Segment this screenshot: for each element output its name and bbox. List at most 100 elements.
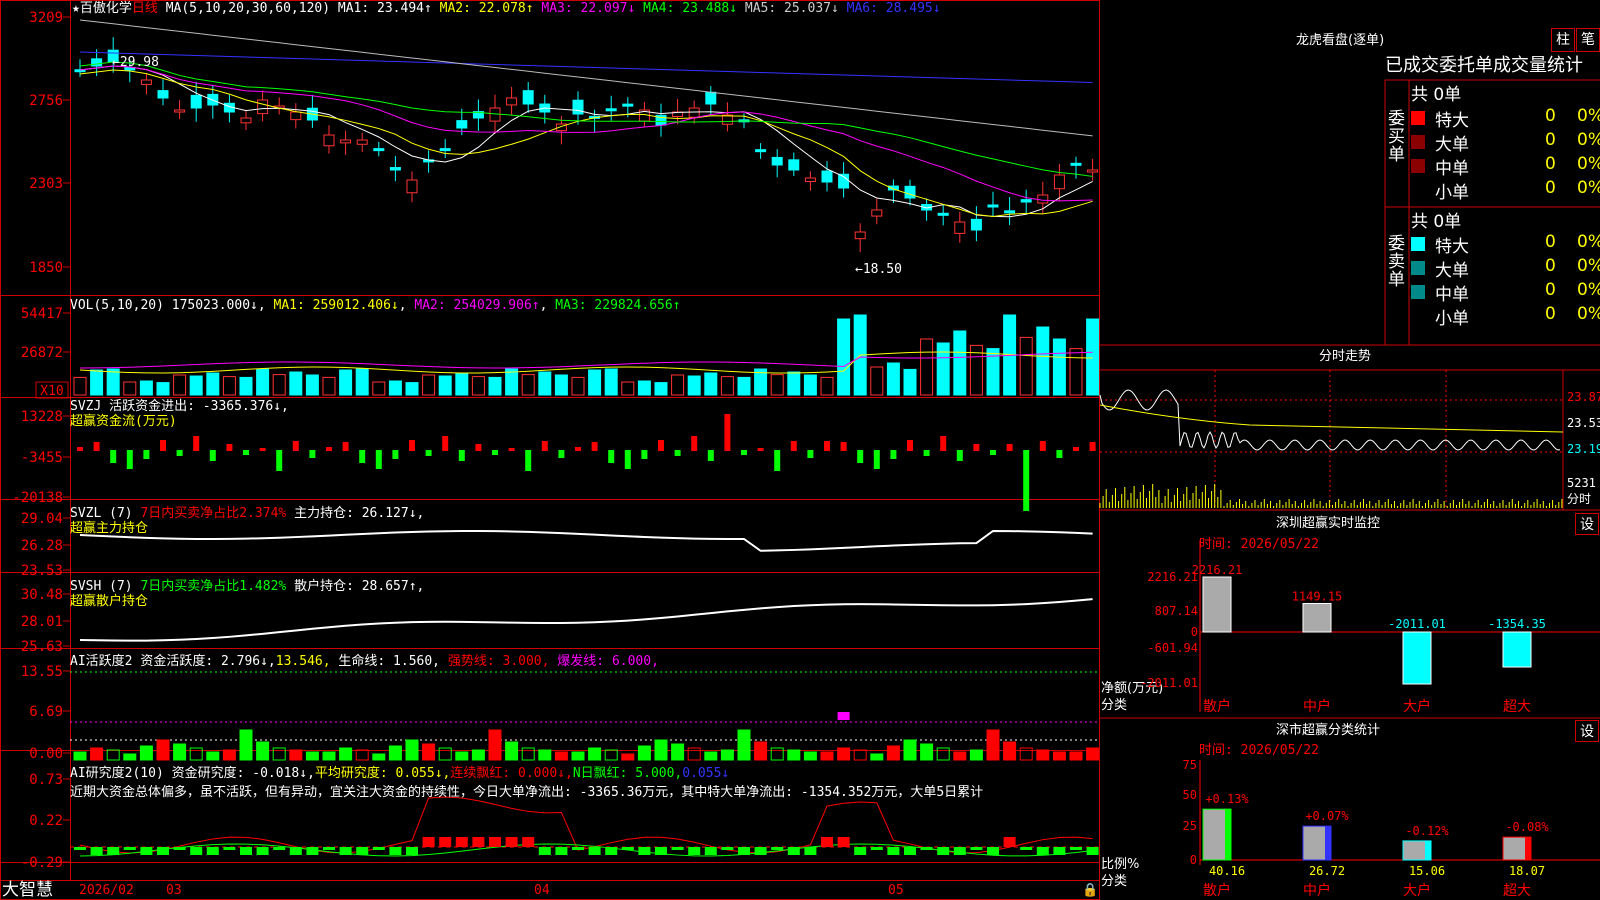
- ai1-bar: [1036, 749, 1050, 761]
- buy-row: 大单 0 0%: [1411, 130, 1600, 155]
- fl-xlabel: 分类: [1101, 874, 1128, 889]
- ai1-bar: [106, 749, 120, 761]
- legend-swatch: [1411, 135, 1425, 149]
- candle: [439, 148, 451, 152]
- ai2-bar: [455, 837, 468, 847]
- ai2-bar: [289, 847, 302, 855]
- sz-settings-button[interactable]: 设: [1575, 513, 1599, 535]
- svzj-bar: [226, 444, 233, 451]
- stock-name[interactable]: 百傲化学: [80, 1, 132, 16]
- volume-bar: [1036, 326, 1050, 396]
- ai1-title: AI活跃度2 资金活跃度: 2.796↓,13.546, 生命线: 1.560,…: [70, 654, 659, 669]
- ai1-bar: [521, 747, 535, 761]
- ai2-bar: [489, 837, 501, 847]
- fs-price-3: 23.19: [1567, 442, 1600, 456]
- star-icon[interactable]: ★: [72, 1, 80, 16]
- volume-bar: [787, 371, 801, 396]
- ai1-bar: [803, 751, 817, 761]
- axis-label: 26.28: [21, 538, 63, 554]
- svsh-title: SVSH (7) 7日内买卖净占比1.482% 散户持仓: 28.657↑,: [70, 579, 425, 594]
- volume-bar: [1069, 348, 1083, 396]
- fs-price-1: 23.87: [1567, 390, 1600, 404]
- row-label: 大单: [1435, 135, 1469, 155]
- candle: [1087, 169, 1099, 173]
- svzl-sub: 超赢主力持仓: [70, 521, 149, 536]
- ai1-bar: [488, 729, 502, 761]
- ai2-bar: [240, 847, 252, 855]
- ai1-bar: [339, 747, 353, 761]
- svzj-bar: [840, 442, 847, 451]
- row-label: 特大: [1435, 237, 1469, 257]
- ai2-bar: [206, 847, 219, 855]
- volume-bar: [936, 342, 950, 396]
- ai2-bar: [555, 847, 568, 855]
- volume-bar: [521, 374, 535, 396]
- candle: [174, 109, 186, 113]
- svzj-sub: 超赢资金流(万元): [70, 414, 177, 429]
- svzj-bar: [608, 450, 615, 463]
- axis-label: -20138: [12, 490, 63, 506]
- axis-label: 6.69: [29, 704, 63, 720]
- candle: [257, 99, 269, 115]
- svzj-bar: [442, 436, 449, 451]
- svzj-bar: [93, 442, 100, 451]
- sell-vertical-label: 委卖单: [1388, 234, 1405, 290]
- ai2-bar: [638, 847, 651, 855]
- kline-chart-area[interactable]: 3209 2756 2303 1850 54417 26872 13228 -3455 -201…: [0, 0, 1100, 900]
- volume-bar: [289, 371, 303, 396]
- fl-settings-button[interactable]: 设: [1575, 720, 1599, 742]
- ma1-value: MA1: 23.494↑: [337, 1, 432, 16]
- row-percent: 0%: [1577, 256, 1600, 276]
- ai2-bar: [123, 847, 136, 850]
- svzj-bar: [525, 450, 532, 471]
- volume-bar: [455, 372, 469, 396]
- ai1-bar: [720, 749, 734, 761]
- volume-bar: [588, 369, 602, 396]
- svzj-bar: [176, 450, 183, 456]
- volume-bar: [388, 380, 402, 396]
- volume-bar: [272, 374, 286, 396]
- ai2-bar: [356, 847, 369, 855]
- svsh-sub: 超赢散户持仓: [70, 594, 149, 609]
- ai1-bar: [704, 751, 718, 761]
- volume-bar: [123, 381, 137, 396]
- sell-row: 中单 0 0%: [1411, 280, 1600, 305]
- lock-icon[interactable]: 🔒: [1082, 883, 1098, 898]
- ai2-comment: 近期大资金总体偏多，虽不活跃，但有异动，宜关注大资金的持续性，今日大单净流出: …: [70, 785, 984, 800]
- axis-label: 0.22: [29, 813, 63, 829]
- candle: [1037, 194, 1049, 204]
- volume-bar: [305, 374, 319, 396]
- ai1-bar: [637, 745, 651, 761]
- legend-swatch: [1411, 237, 1425, 251]
- sell-row: 特大 0 0%: [1411, 232, 1600, 257]
- row-value: 0: [1545, 178, 1556, 198]
- svzj-bar: [508, 448, 515, 451]
- buy-vertical-label: 委买单: [1388, 109, 1405, 165]
- tick-mode-button[interactable]: 笔: [1576, 28, 1600, 52]
- ai2-bar: [389, 847, 402, 855]
- ai1-bar: [820, 751, 834, 761]
- svsh-line: [79, 598, 1093, 642]
- svzj-bar: [1039, 441, 1046, 451]
- svzj-bar: [923, 450, 930, 456]
- svzl-line: [79, 529, 1093, 552]
- ai2-bar: [721, 847, 734, 850]
- ai1-bar: [123, 753, 137, 761]
- ai1-bar: [289, 749, 303, 761]
- ai1-bar: [770, 747, 784, 761]
- svzl-title: SVZL (7) 7日内买卖净占比2.374% 主力持仓: 26.127↓,: [70, 506, 425, 521]
- volume-bar: [339, 369, 353, 396]
- volume-bar: [256, 368, 270, 396]
- vol-title: VOL(5,10,20) 175023.000↓, MA1: 259012.40…: [70, 298, 681, 313]
- row-value: 0: [1545, 154, 1556, 174]
- candle: [522, 90, 534, 105]
- ai1-bar: [538, 749, 552, 761]
- svzj-bar: [392, 450, 399, 459]
- candle: [389, 167, 401, 171]
- ma6-value: MA6: 28.495↓: [846, 1, 941, 16]
- ma3-line: [79, 65, 1093, 202]
- bar-mode-button[interactable]: 柱: [1551, 28, 1575, 52]
- sell-row: 小单 0 0%: [1411, 304, 1600, 329]
- axis-label: 23.53: [21, 563, 63, 579]
- candle: [771, 156, 783, 166]
